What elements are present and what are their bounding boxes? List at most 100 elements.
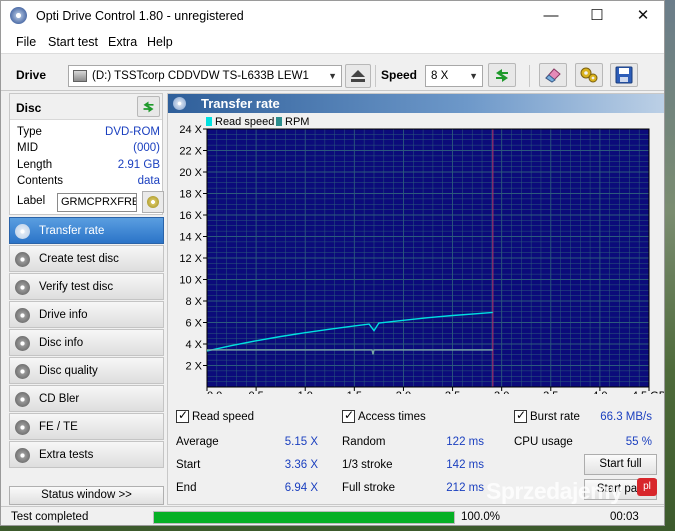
nav-disc-quality[interactable]: Disc quality: [9, 357, 164, 384]
disc-icon: [15, 308, 30, 323]
nav-label: FE / TE: [39, 421, 78, 433]
toolbar-separator: [375, 65, 376, 87]
cpu-usage-value: 55 %: [625, 436, 652, 448]
drive-label: Drive: [16, 68, 47, 82]
cpu-usage-label: CPU usage: [514, 436, 573, 448]
watermark-text: Sprzedajemy: [486, 478, 623, 504]
menu-help[interactable]: Help: [147, 35, 173, 49]
status-text: Test completed: [11, 511, 89, 523]
maximize-button[interactable]: ☐: [574, 1, 620, 31]
y-tick-label: 24 X: [179, 124, 202, 136]
settings-button[interactable]: [575, 63, 603, 87]
title-bar: Opti Drive Control 1.80 - unregistered —…: [1, 1, 664, 31]
disc-row-mid: MID (000): [17, 142, 160, 158]
erase-button[interactable]: [539, 63, 567, 87]
drive-select-value: (D:) TSSTcorp CDDVDW TS-L633B LEW1: [92, 70, 309, 82]
refresh-icon: [143, 101, 154, 113]
disc-key: Label: [17, 195, 46, 207]
disc-row-length: Length 2.91 GB: [17, 159, 160, 175]
disc-row-label: Label GRMCPRXFRER: [17, 191, 164, 213]
read-speed-checkbox[interactable]: [176, 408, 189, 423]
nav-label: Disc info: [39, 337, 84, 349]
access-times-checkbox[interactable]: [342, 408, 355, 423]
transfer-rate-panel: Transfer rate Read speed RPM 2 X4 X6 X8 …: [167, 93, 665, 505]
save-button[interactable]: [610, 63, 638, 87]
watermark-badge: pl: [637, 478, 657, 496]
progress-fill: [154, 512, 454, 523]
nav-cd-bler[interactable]: CD Bler: [9, 385, 164, 412]
disc-icon: [15, 336, 30, 351]
disc-panel-title: Disc: [16, 101, 42, 115]
eject-button[interactable]: [345, 64, 371, 88]
y-tick-label: 18 X: [179, 189, 202, 201]
disc-row-type: Type DVD-ROM: [17, 126, 160, 142]
transfer-rate-chart: 2 X 4 X 6 X 8 X 10 X 12 X 14 X 16 X 18 X 20 X 22 X…: [179, 124, 665, 394]
menu-start-test[interactable]: Start test: [48, 35, 98, 49]
drive-select[interactable]: (D:) TSSTcorp CDDVDW TS-L633B LEW1 ▼: [68, 65, 342, 87]
disc-label-field[interactable]: GRMCPRXFRER: [57, 193, 137, 212]
disc-icon: [15, 224, 30, 239]
burst-rate-value: 66.3 MB/s: [600, 411, 652, 423]
nav-transfer-rate[interactable]: Transfer rate: [9, 217, 164, 244]
elapsed-time: 00:03: [610, 511, 639, 523]
access-times-label: Access times: [358, 411, 426, 423]
disc-value: 2.91 GB: [117, 159, 160, 171]
status-window-button[interactable]: Status window >>: [9, 486, 164, 505]
random-value: 122 ms: [446, 436, 484, 448]
x-tick-label: 4.5 GB: [632, 390, 665, 394]
x-tick-label: 2.0: [396, 390, 411, 394]
close-button[interactable]: ✕: [620, 1, 664, 31]
x-tick-label: 3.0: [494, 390, 509, 394]
start-full-button[interactable]: Start full: [584, 454, 657, 475]
disc-value: (000): [133, 142, 160, 154]
nav-verify-test-disc[interactable]: Verify test disc: [9, 273, 164, 300]
random-label: Random: [342, 436, 386, 448]
disc-value: data: [137, 175, 160, 187]
nav-create-test-disc[interactable]: Create test disc: [9, 245, 164, 272]
refresh-icon: [496, 69, 508, 82]
nav-disc-info[interactable]: Disc info: [9, 329, 164, 356]
eraser-icon: [545, 68, 561, 83]
save-icon: [615, 66, 633, 84]
y-tick-label: 12 X: [179, 253, 202, 265]
y-tick-label: 20 X: [179, 167, 202, 179]
y-tick-label: 22 X: [179, 146, 202, 158]
test-navigation: Transfer rate Create test disc Verify te…: [9, 217, 164, 481]
average-label: Average: [176, 436, 219, 448]
disc-icon: [173, 97, 186, 110]
disc-panel-header: Disc: [10, 94, 162, 120]
disc-key: Contents: [17, 175, 64, 187]
disc-label-button[interactable]: [142, 191, 164, 213]
gears-icon: [580, 67, 598, 83]
chevron-down-icon: ▼: [328, 71, 337, 81]
nav-label: Transfer rate: [39, 225, 105, 237]
speed-select[interactable]: 8 X ▼: [425, 65, 483, 87]
one-third-stroke-value: 142 ms: [446, 459, 484, 471]
start-label: Start: [176, 459, 201, 471]
disc-icon: [15, 448, 30, 463]
panel-header: Transfer rate: [168, 94, 664, 113]
nav-extra-tests[interactable]: Extra tests: [9, 441, 164, 468]
menu-extra[interactable]: Extra: [108, 35, 137, 49]
disc-key: MID: [17, 142, 39, 154]
minimize-button[interactable]: —: [528, 1, 574, 31]
nav-fe-te[interactable]: FE / TE: [9, 413, 164, 440]
nav-label: Verify test disc: [39, 281, 114, 293]
nav-label: Extra tests: [39, 449, 94, 461]
status-bar: Test completed 100.0% 00:03: [1, 506, 664, 525]
nav-drive-info[interactable]: Drive info: [9, 301, 164, 328]
menu-file[interactable]: File: [16, 35, 36, 49]
refresh-speed-button[interactable]: [488, 63, 516, 87]
x-tick-label: 0.5: [248, 390, 263, 394]
disc-refresh-button[interactable]: [137, 96, 160, 117]
toolbar: Drive (D:) TSSTcorp CDDVDW TS-L633B LEW1…: [1, 53, 664, 91]
burst-rate-checkbox[interactable]: [514, 408, 527, 423]
y-tick-label: 2 X: [185, 361, 202, 373]
app-window: Opti Drive Control 1.80 - unregistered —…: [0, 0, 665, 526]
disc-icon: [15, 280, 30, 295]
x-tick-label: 4.0: [592, 390, 607, 394]
end-label: End: [176, 482, 197, 494]
test-progress-bar: [153, 511, 455, 524]
window-title: Opti Drive Control 1.80 - unregistered: [36, 9, 244, 23]
disc-row-contents: Contents data: [17, 175, 160, 191]
